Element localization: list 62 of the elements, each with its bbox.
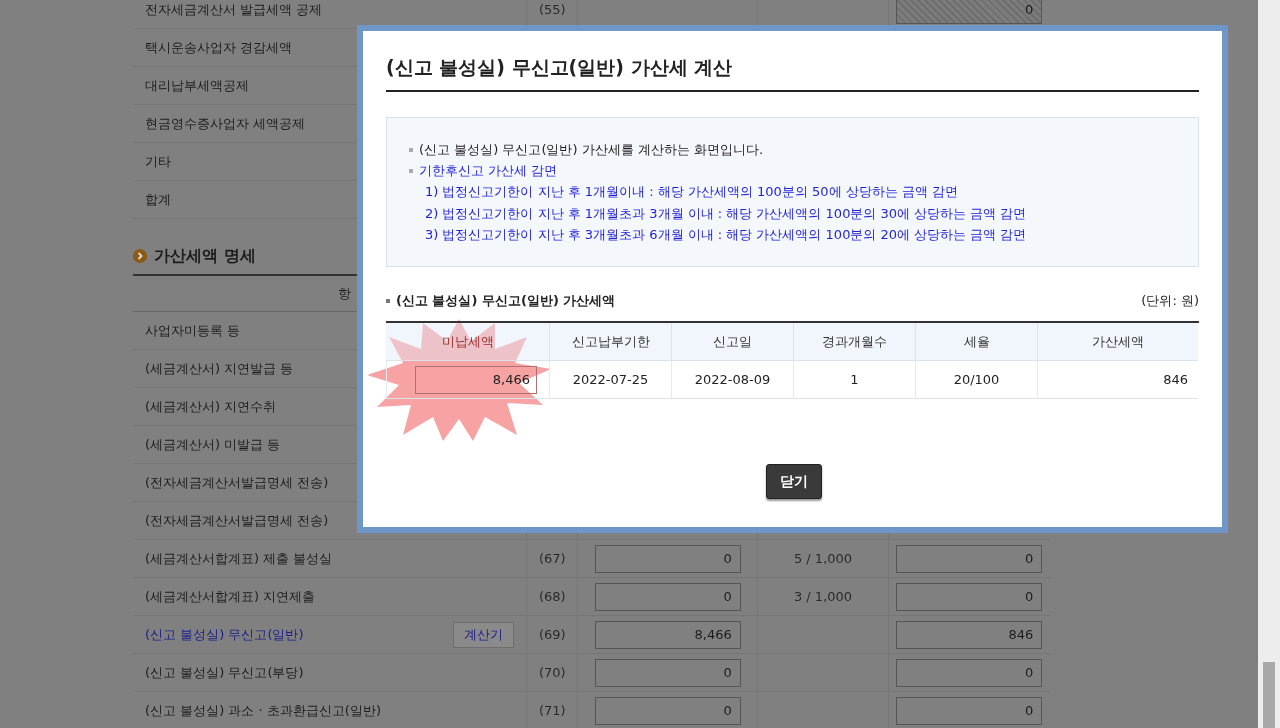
row-number: (70) bbox=[538, 665, 566, 680]
rate-text: 5 / 1,000 bbox=[793, 551, 853, 566]
amount-field[interactable]: 846 bbox=[896, 620, 1043, 649]
column-header: 신고일 bbox=[713, 332, 752, 351]
chevron-circle-icon bbox=[133, 249, 147, 263]
info-text: 3) 법정신고기한이 지난 후 3개월초과 6개월 이내 : 해당 가산세액의 100분의 20에 상당하는 금액 감면 bbox=[425, 225, 1027, 244]
amount-field[interactable]: 0 bbox=[896, 544, 1043, 573]
info-text: 기한후신고 가산세 감면 bbox=[419, 161, 558, 180]
column-header: 항 bbox=[338, 284, 351, 303]
row-number: (69) bbox=[538, 627, 566, 642]
row-label: (세금계산서합계표) 지연제출 bbox=[145, 587, 316, 606]
table-cell: 20/100 bbox=[953, 372, 1000, 387]
scrollbar-thumb[interactable] bbox=[1263, 662, 1275, 728]
table-cell: 846 bbox=[1163, 372, 1188, 387]
row-number: (71) bbox=[538, 703, 566, 718]
amount-field[interactable]: 0 bbox=[896, 582, 1043, 611]
amount-field[interactable]: 0 bbox=[594, 696, 741, 725]
calculator-button[interactable]: 계산기 bbox=[453, 621, 515, 648]
table-cell: 2022-07-25 bbox=[572, 372, 649, 387]
table-cell: 2022-08-09 bbox=[694, 372, 771, 387]
row-label: 대리납부세액공제 bbox=[145, 76, 249, 95]
row-label: (신고 불성실) 과소 · 초과환급신고(일반) bbox=[145, 701, 381, 720]
amount-field[interactable]: 0 bbox=[594, 582, 741, 611]
table-cell: 1 bbox=[850, 372, 859, 387]
amount-field[interactable]: 0 bbox=[896, 658, 1043, 687]
amount-field[interactable]: 8,466 bbox=[594, 620, 741, 649]
row-number: (68) bbox=[538, 589, 566, 604]
row-label: (전자세금계산서발급명세 전송) bbox=[145, 473, 329, 492]
amount-field[interactable]: 0 bbox=[594, 544, 741, 573]
section-title: 가산세액 명세 bbox=[154, 245, 256, 267]
row-label: 전자세금계산서 발급세액 공제 bbox=[145, 0, 323, 19]
unpaid-tax-field[interactable]: 8,466 bbox=[415, 365, 537, 394]
table-title: (신고 불성실) 무신고(일반) 가산세액 bbox=[396, 292, 616, 310]
row-label: (신고 불성실) 무신고(부당) bbox=[145, 663, 304, 682]
column-header: 세율 bbox=[963, 332, 990, 351]
row-label: (전자세금계산서발급명세 전송) bbox=[145, 511, 329, 530]
row-label: 합계 bbox=[145, 190, 171, 209]
row-label: (세금계산서) 미발급 등 bbox=[145, 435, 281, 454]
column-header: 미납세액 bbox=[441, 332, 494, 351]
unit-label: (단위: 원) bbox=[1141, 292, 1199, 310]
row-label: 사업자미등록 등 bbox=[145, 321, 241, 340]
row-link[interactable]: (신고 불성실) 무신고(일반) bbox=[145, 625, 304, 644]
info-text: (신고 불성실) 무신고(일반) 가산세를 계산하는 화면입니다. bbox=[419, 140, 764, 159]
column-header: 경과개월수 bbox=[822, 332, 887, 351]
scrollbar[interactable] bbox=[1258, 0, 1280, 728]
column-header: 가산세액 bbox=[1092, 332, 1144, 351]
rate-text: 3 / 1,000 bbox=[793, 589, 853, 604]
row-label: (세금계산서합계표) 제출 불성실 bbox=[145, 549, 333, 568]
row-number: (67) bbox=[538, 551, 566, 566]
row-label: 택시운송사업자 경감세액 bbox=[145, 38, 293, 57]
dialog-title: (신고 불성실) 무신고(일반) 가산세 계산 bbox=[386, 31, 1199, 92]
row-label: (세금계산서) 지연수취 bbox=[145, 397, 277, 416]
row-label: 기타 bbox=[145, 152, 171, 171]
row-label: 현금영수증사업자 세액공제 bbox=[145, 114, 306, 133]
amount-field[interactable]: 0 bbox=[896, 696, 1043, 725]
row-label: (세금계산서) 지연발급 등 bbox=[145, 359, 294, 378]
column-header: 신고납부기한 bbox=[571, 332, 650, 351]
close-button[interactable]: 닫기 bbox=[765, 464, 822, 499]
row-number: (55) bbox=[538, 2, 566, 17]
info-text: 2) 법정신고기한이 지난 후 1개월초과 3개월 이내 : 해당 가산세액의 100분의 30에 상당하는 금액 감면 bbox=[425, 204, 1027, 223]
info-text: 1) 법정신고기한이 지난 후 1개월이내 : 해당 가산세액의 100분의 50에 상당하는 금액 감면 bbox=[425, 183, 958, 202]
amount-field[interactable]: 0 bbox=[594, 658, 741, 687]
